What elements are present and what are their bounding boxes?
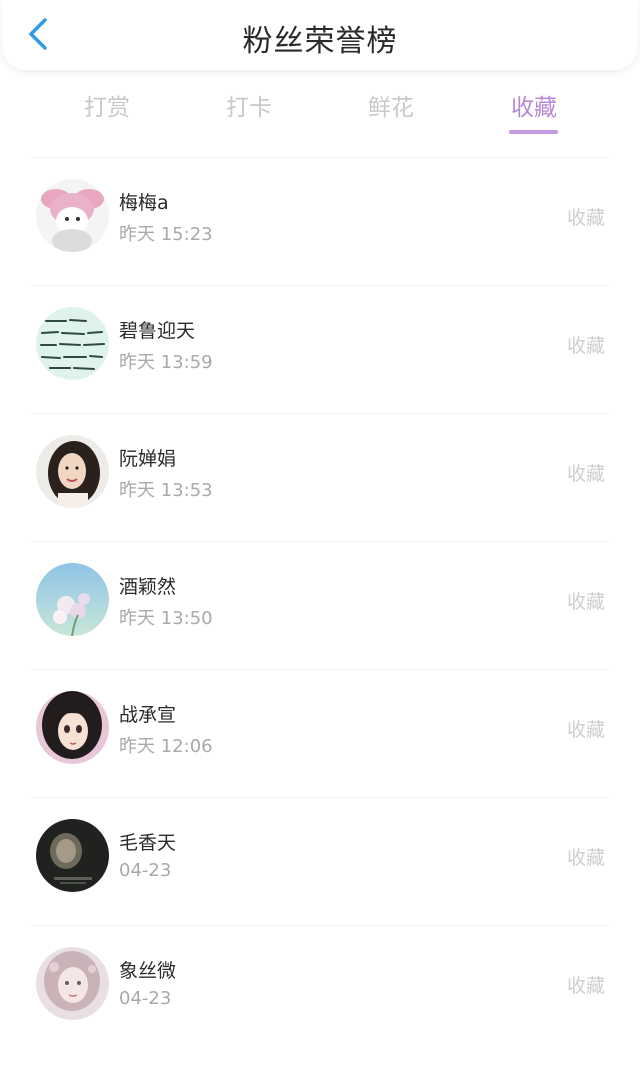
tab-favorites[interactable]: 收藏 xyxy=(484,88,584,122)
tab-flowers[interactable]: 鲜花 xyxy=(341,88,441,122)
fan-time: 04-23 xyxy=(119,988,172,1009)
fan-list: 梅梅a 昨天 15:23 收藏 碧鲁迎天 昨天 13:59 收藏 阮婵娟 昨天 … xyxy=(0,158,640,1054)
list-item[interactable]: 象丝微 04-23 收藏 xyxy=(0,926,640,1054)
fan-name: 战承宣 xyxy=(119,704,177,726)
tab-checkin[interactable]: 打卡 xyxy=(199,88,299,122)
avatar[interactable] xyxy=(36,947,109,1020)
avatar[interactable] xyxy=(36,563,109,636)
action-label: 收藏 xyxy=(566,847,605,869)
avatar[interactable] xyxy=(36,819,109,892)
list-item[interactable]: 毛香天 04-23 收藏 xyxy=(0,798,640,926)
list-item[interactable]: 碧鲁迎天 昨天 13:59 收藏 xyxy=(0,286,640,414)
action-label: 收藏 xyxy=(566,335,605,357)
action-label: 收藏 xyxy=(566,719,605,741)
action-label: 收藏 xyxy=(566,591,605,613)
fan-name: 梅梅a xyxy=(119,192,169,214)
fan-time: 昨天 15:23 xyxy=(119,224,213,245)
header-bar: 粉丝荣誉榜 xyxy=(2,0,638,70)
tab-tip[interactable]: 打赏 xyxy=(57,88,157,122)
anime-girl-icon xyxy=(36,691,109,764)
avatar[interactable] xyxy=(36,307,109,380)
list-item[interactable]: 战承宣 昨天 12:06 收藏 xyxy=(0,670,640,798)
fan-time: 昨天 13:59 xyxy=(119,352,213,373)
illustrated-girl-icon xyxy=(36,947,109,1020)
avatar[interactable] xyxy=(36,691,109,764)
fan-name: 酒颖然 xyxy=(119,576,177,598)
flowers-sky-icon xyxy=(36,563,109,636)
avatar[interactable] xyxy=(36,179,109,252)
list-item[interactable]: 梅梅a 昨天 15:23 收藏 xyxy=(0,158,640,286)
page-title: 粉丝荣誉榜 xyxy=(242,24,398,59)
active-tab-indicator xyxy=(509,130,558,134)
dark-portrait-icon xyxy=(36,819,109,892)
fan-name: 毛香天 xyxy=(119,832,177,854)
fan-time: 04-23 xyxy=(119,860,172,881)
pink-bunny-icon xyxy=(36,179,109,252)
woman-portrait-icon xyxy=(36,435,109,508)
fan-name: 碧鲁迎天 xyxy=(119,320,196,342)
fan-time: 昨天 13:53 xyxy=(119,480,213,501)
fan-time: 昨天 13:50 xyxy=(119,608,213,629)
fan-name: 阮婵娟 xyxy=(119,448,177,470)
list-item[interactable]: 酒颖然 昨天 13:50 收藏 xyxy=(0,542,640,670)
action-label: 收藏 xyxy=(566,975,605,997)
action-label: 收藏 xyxy=(566,207,605,229)
fan-honor-screen: 粉丝荣誉榜 打赏 打卡 鲜花 收藏 梅梅a 昨天 15:23 收藏 碧鲁迎天 昨… xyxy=(0,0,640,1065)
list-item[interactable]: 阮婵娟 昨天 13:53 收藏 xyxy=(0,414,640,542)
fan-name: 象丝微 xyxy=(119,960,177,982)
fan-time: 昨天 12:06 xyxy=(119,736,213,757)
handwritten-text-icon xyxy=(36,307,109,380)
avatar[interactable] xyxy=(36,435,109,508)
action-label: 收藏 xyxy=(566,463,605,485)
